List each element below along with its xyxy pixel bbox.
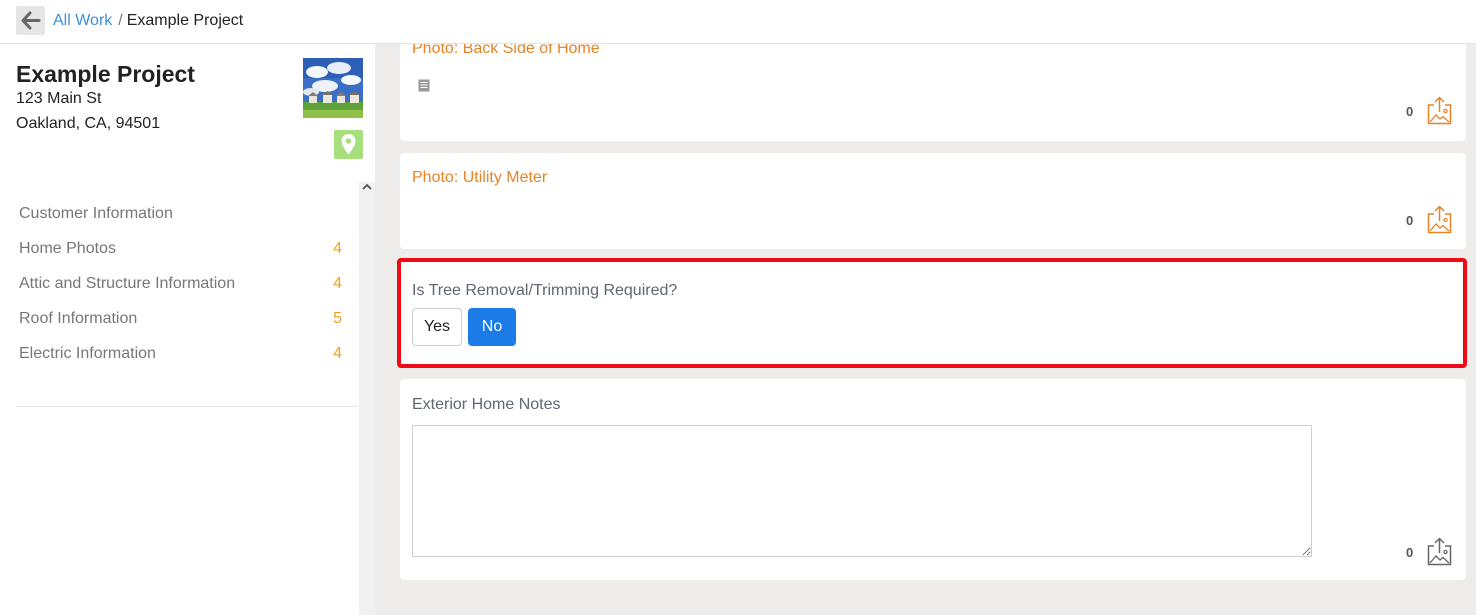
yes-button[interactable]: Yes xyxy=(412,308,462,346)
sidebar-item-count: 5 xyxy=(333,310,342,327)
sidebar: Example Project 123 Main St Oakland, CA,… xyxy=(0,44,375,615)
sidebar-item-home-photos[interactable]: Home Photos 4 xyxy=(19,231,345,266)
sidebar-item-count: 4 xyxy=(333,275,342,292)
sidebar-item-label: Customer Information xyxy=(19,205,173,222)
project-address-line2: Oakland, CA, 94501 xyxy=(16,115,161,132)
upload-count: 0 xyxy=(1406,104,1414,119)
back-button[interactable] xyxy=(16,6,45,35)
photo-upload-button[interactable]: 0 xyxy=(1406,96,1452,126)
map-location-button[interactable] xyxy=(334,130,363,159)
question-card-tree-removal: Is Tree Removal/Trimming Required? Yes N… xyxy=(400,261,1466,365)
notes-upload-button[interactable]: 0 xyxy=(1406,537,1452,567)
question-label: Is Tree Removal/Trimming Required? xyxy=(412,282,678,299)
sidebar-divider xyxy=(16,406,358,407)
sidebar-item-electric-information[interactable]: Electric Information 4 xyxy=(19,336,345,371)
top-bar: All Work / Example Project xyxy=(0,0,1476,44)
sidebar-item-label: Home Photos xyxy=(19,240,116,257)
photo-card-title: Photo: Utility Meter xyxy=(412,169,548,186)
notes-label: Exterior Home Notes xyxy=(412,396,561,413)
sidebar-item-count: 4 xyxy=(333,240,342,257)
project-title: Example Project xyxy=(16,61,195,87)
sidebar-item-label: Attic and Structure Information xyxy=(19,275,236,292)
notes-card-exterior-home: Exterior Home Notes 0 xyxy=(400,379,1466,580)
note-icon[interactable] xyxy=(418,79,430,92)
photo-upload-button[interactable]: 0 xyxy=(1406,205,1452,235)
photo-card-title: Photo: Back Side of Home xyxy=(412,44,600,57)
project-address-line1: 123 Main St xyxy=(16,90,102,107)
sidebar-item-count: 4 xyxy=(333,345,342,362)
sidebar-item-attic-structure[interactable]: Attic and Structure Information 4 xyxy=(19,266,345,301)
photo-card-back-side: Photo: Back Side of Home 0 xyxy=(400,44,1466,141)
chevron-up-icon[interactable] xyxy=(359,182,375,196)
breadcrumb-all-work-link[interactable]: All Work xyxy=(53,12,112,29)
image-upload-icon xyxy=(1427,205,1452,234)
no-button[interactable]: No xyxy=(468,308,516,346)
project-thumbnail[interactable] xyxy=(303,58,363,118)
map-pin-icon xyxy=(341,134,356,155)
sidebar-scrollbar[interactable] xyxy=(359,182,375,615)
sidebar-item-roof-information[interactable]: Roof Information 5 xyxy=(19,301,345,336)
section-nav: Customer Information Home Photos 4 Attic… xyxy=(19,196,345,371)
sidebar-item-label: Roof Information xyxy=(19,310,138,327)
arrow-left-icon xyxy=(21,11,41,30)
photo-card-utility-meter: Photo: Utility Meter 0 xyxy=(400,153,1466,249)
breadcrumb-current: Example Project xyxy=(126,12,244,29)
upload-count: 0 xyxy=(1406,213,1414,228)
sidebar-item-label: Electric Information xyxy=(19,345,156,362)
upload-count: 0 xyxy=(1406,545,1414,560)
exterior-home-notes-textarea[interactable] xyxy=(412,425,1312,557)
sidebar-item-customer-information[interactable]: Customer Information xyxy=(19,196,345,231)
breadcrumb: All Work / Example Project xyxy=(53,12,243,30)
image-upload-icon xyxy=(1427,537,1452,566)
breadcrumb-separator: / xyxy=(118,12,123,29)
main-content[interactable]: Photo: Back Side of Home 0 Photo: Utilit… xyxy=(375,44,1476,615)
image-upload-icon xyxy=(1427,96,1452,125)
